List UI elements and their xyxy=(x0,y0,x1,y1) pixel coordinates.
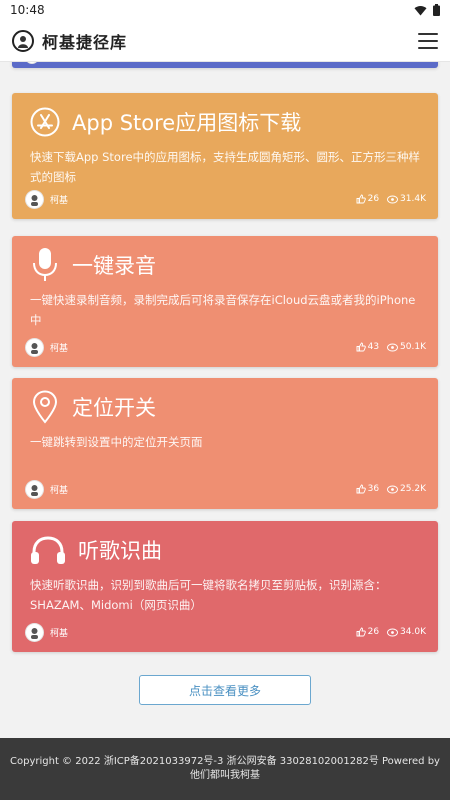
card-title: App Store应用图标下载 xyxy=(72,111,302,135)
card-app-store-icon-download[interactable]: App Store应用图标下载 快速下载App Store中的应用图标，支持生成… xyxy=(12,93,438,219)
view-count: 31.4K xyxy=(400,194,426,204)
eye-icon xyxy=(387,343,398,351)
status-bar: 10:48 xyxy=(0,0,450,20)
card-description: 快速听歌识曲，识别到歌曲后可一键将歌名拷贝至剪贴板，识别源含：SHAZAM、Mi… xyxy=(30,578,387,612)
top-navbar: 柯基捷径库 xyxy=(0,20,450,62)
headphones-icon xyxy=(30,533,66,567)
card-location-toggle[interactable]: 定位开关 一键跳转到设置中的定位开关页面 柯基 36 25.2K xyxy=(12,378,438,509)
card-partial[interactable] xyxy=(12,62,438,68)
author-name: 柯基 xyxy=(50,628,69,639)
like-count: 36 xyxy=(367,484,380,494)
card-title: 定位开关 xyxy=(72,396,156,420)
app-store-icon xyxy=(30,105,60,139)
eye-icon xyxy=(387,195,398,203)
brand[interactable]: 柯基捷径库 xyxy=(12,29,127,53)
like-count: 26 xyxy=(367,627,380,637)
thumbs-up-icon xyxy=(356,627,366,637)
shortcut-list[interactable]: App Store应用图标下载 快速下载App Store中的应用图标，支持生成… xyxy=(0,62,450,738)
avatar xyxy=(25,622,44,642)
like-count: 26 xyxy=(367,194,380,204)
card-title: 一键录音 xyxy=(72,254,156,278)
avatar xyxy=(25,189,44,209)
app-title: 柯基捷径库 xyxy=(42,32,128,52)
author-name: 柯基 xyxy=(50,485,69,496)
card-one-tap-recording[interactable]: 一键录音 一键快速录制音频，录制完成后可将录音保存在iCloud云盘或者我的iP… xyxy=(12,236,438,367)
thumbs-up-icon xyxy=(356,484,366,494)
avatar xyxy=(25,337,44,357)
card-title: 听歌识曲 xyxy=(78,539,162,563)
battery-icon xyxy=(433,4,440,16)
eye-icon xyxy=(387,628,398,636)
wifi-icon xyxy=(414,5,427,15)
card-description: 一键跳转到设置中的定位开关页面 xyxy=(30,435,203,449)
avatar xyxy=(25,479,44,499)
author-name: 柯基 xyxy=(50,195,69,206)
card-song-recognition[interactable]: 听歌识曲 快速听歌识曲，识别到歌曲后可一键将歌名拷贝至剪贴板，识别源含：SHAZ… xyxy=(12,521,438,652)
microphone-icon xyxy=(30,248,60,282)
status-time: 10:48 xyxy=(10,3,45,17)
load-more-button[interactable]: 点击查看更多 xyxy=(139,675,311,705)
menu-icon[interactable] xyxy=(418,32,438,49)
like-count: 43 xyxy=(367,342,380,352)
card-description: 快速下载App Store中的应用图标，支持生成圆角矩形、圆形、正方形三种样式的… xyxy=(30,150,421,184)
footer-copyright: Copyright © 2022 浙ICP备2021033972号-3 浙公网安… xyxy=(10,756,440,781)
corgi-logo-icon xyxy=(12,29,34,52)
eye-icon xyxy=(387,485,398,493)
avatar xyxy=(25,62,39,64)
view-count: 50.1K xyxy=(400,342,426,352)
card-description: 一键快速录制音频，录制完成后可将录音保存在iCloud云盘或者我的iPhone中 xyxy=(30,293,416,327)
view-count: 34.0K xyxy=(400,627,426,637)
thumbs-up-icon xyxy=(356,342,366,352)
footer: Copyright © 2022 浙ICP备2021033972号-3 浙公网安… xyxy=(0,738,450,800)
thumbs-up-icon xyxy=(356,194,366,204)
view-count: 25.2K xyxy=(400,484,426,494)
location-pin-icon xyxy=(30,390,60,424)
author-name: 柯基 xyxy=(50,343,69,354)
